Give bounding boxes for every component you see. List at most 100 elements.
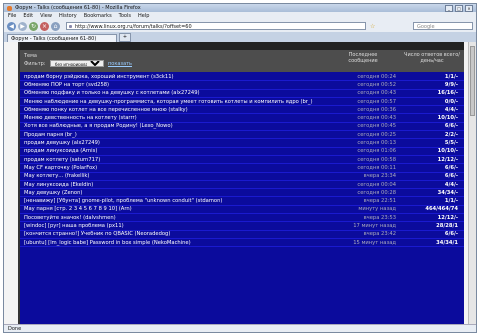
reload-icon[interactable]: ↻ [29, 21, 38, 31]
last-message-date[interactable]: сегодня 00:57 [336, 99, 396, 105]
forum-header: Тема Фильтр: без игнорирования показать … [20, 50, 464, 72]
last-message-date[interactable]: сегодня 01:06 [336, 148, 396, 154]
topic-title-link[interactable]: Обменяю подфаку и только на девушку с ко… [20, 90, 336, 96]
last-message-date[interactable]: 15 минут назад [336, 240, 396, 246]
reply-count: 6/6/- [444, 123, 458, 130]
last-message-date[interactable]: сегодня 00:11 [336, 165, 396, 171]
topic-title-link[interactable]: [ubuntu] [lm_logic babe] Password in box… [20, 240, 336, 246]
bookmark-star-icon[interactable]: ☆ [370, 23, 375, 30]
last-message-date[interactable]: вчера 23:34 [336, 173, 396, 179]
last-message-date[interactable]: минуту назад [336, 206, 396, 212]
topic-row[interactable]: Продам парня (br_) сегодня 00:25 2/2/- [20, 131, 464, 140]
topic-title-link[interactable]: Продам парня (br_) [20, 132, 336, 138]
topic-title-link[interactable]: Обменяю понку котлет на все перечисленно… [20, 107, 336, 113]
topic-title-link[interactable]: Мау котлету... (frakellik) [20, 173, 336, 179]
menu-history[interactable]: History [59, 13, 77, 19]
topic-row[interactable]: Мау девушку (Zenon) сегодня 00:28 34/34/- [20, 189, 464, 198]
menu-view[interactable]: View [40, 13, 52, 19]
topic-row[interactable]: продам борну рэйдюка, хороший инструмент… [20, 73, 464, 82]
last-message-date[interactable]: сегодня 00:24 [336, 74, 396, 80]
last-message-date[interactable]: сегодня 00:58 [336, 157, 396, 163]
menu-bookmarks[interactable]: Bookmarks [84, 13, 112, 19]
menu-help[interactable]: Help [138, 13, 149, 19]
topic-row[interactable]: Обменяю ПОР на торт (svd258) сегодня 00:5… [20, 81, 464, 90]
back-button[interactable]: ◀ [7, 21, 16, 31]
topic-row[interactable]: Мау CF карточку (PolarFox) сегодня 00:11 6… [20, 164, 464, 173]
last-message-date[interactable]: сегодня 00:36 [336, 107, 396, 113]
last-message-date[interactable]: сегодня 00:04 [336, 182, 396, 188]
vertical-scrollbar[interactable] [468, 42, 476, 326]
topic-title-link[interactable]: продам котлету (saturn717) [20, 157, 336, 163]
filter-select[interactable]: без игнорирования [50, 60, 104, 67]
close-button[interactable]: × [465, 4, 473, 12]
topic-row[interactable]: Мау линуксоида (Ekeldin) сегодня 00:04 4/4… [20, 181, 464, 190]
topic-title-link[interactable]: продам борну рэйдюка, хороший инструмент… [20, 74, 336, 80]
last-message-date[interactable]: вчера 23:53 [336, 215, 396, 221]
reply-count: 28/28/1 [436, 222, 458, 229]
reply-count: 0/0/- [444, 98, 458, 105]
minimize-button[interactable]: _ [445, 4, 453, 12]
scrollbar-thumb[interactable] [470, 46, 475, 116]
topic-row[interactable]: продам линуксоида (Arnis) сегодня 01:06 10… [20, 148, 464, 156]
topic-row[interactable]: Мау котлету... (frakellik) вчера 23:34 6/6… [20, 173, 464, 181]
topic-row[interactable]: продам девушку (alx27249) сегодня 00:13 5/… [20, 139, 464, 148]
topic-title-link[interactable]: Хотя все наблюдные, а я продам Родину! (… [20, 123, 336, 129]
reply-count: 2/2/- [444, 131, 458, 138]
reply-count: 34/34/- [437, 189, 458, 196]
reply-count-column-header: Число ответов всего/день/час [404, 52, 460, 64]
topic-title-link[interactable]: Меняю девственность на котлету (starrr) [20, 115, 336, 121]
last-message-date[interactable]: вчера 22:51 [336, 198, 396, 204]
topic-row[interactable]: Меняю наблюдение на девушку-программиста… [20, 98, 464, 107]
topic-title-link[interactable]: Мау девушку (Zenon) [20, 190, 336, 196]
menu-file[interactable]: File [8, 13, 16, 19]
last-message-date[interactable]: вчера 23:42 [336, 231, 396, 237]
topic-title-link[interactable]: продам девушку (alx27249) [20, 140, 336, 146]
last-message-date[interactable]: сегодня 00:25 [336, 132, 396, 138]
filter-label: Фильтр: [24, 61, 46, 67]
topic-title-link[interactable]: Обменяю ПОР на торт (svd258) [20, 82, 336, 88]
window-controls: _ □ × [445, 4, 473, 12]
stop-icon[interactable]: × [40, 21, 49, 31]
topic-title-link[interactable]: [windoc] [pyr] наша проблема (px11) [20, 223, 336, 229]
topic-title-link[interactable]: [ненавижу] [Убунта] gnome-pilot, проблем… [20, 198, 336, 204]
reply-count: 34/34/1 [436, 239, 458, 246]
search-input[interactable]: Google [413, 22, 473, 30]
topic-title-link[interactable]: Меняю наблюдение на девушку-программиста… [20, 99, 336, 105]
topic-title-link[interactable]: Посоветуйте значок! (dalvshmen) [20, 215, 336, 221]
topic-row[interactable]: [ubuntu] [lm_logic babe] Password in box… [20, 239, 464, 248]
last-message-date[interactable]: сегодня 00:13 [336, 140, 396, 146]
topic-row[interactable]: [кончится странно!] Учебник по QBASIC (N… [20, 231, 464, 239]
topic-row[interactable]: Меняю девственность на котлету (starrr) с… [20, 114, 464, 123]
navigation-toolbar: ◀ ▶ ↻ × ⌂ http://www.linux.org.ru/forum/… [4, 20, 476, 32]
maximize-button[interactable]: □ [455, 4, 463, 12]
topic-title-link[interactable]: Мау CF карточку (PolarFox) [20, 165, 336, 171]
topic-row[interactable]: продам котлету (saturn717) сегодня 00:58 1… [20, 156, 464, 165]
topic-row[interactable]: Обменяю понку котлет на все перечисленно… [20, 106, 464, 115]
last-message-date[interactable]: сегодня 00:52 [336, 82, 396, 88]
topic-row[interactable]: [ненавижу] [Убунта] gnome-pilot, проблем… [20, 197, 464, 206]
topic-title-link[interactable]: [кончится странно!] Учебник по QBASIC (N… [20, 231, 336, 237]
topic-title-link[interactable]: продам линуксоида (Arnis) [20, 148, 336, 154]
new-tab-button[interactable]: + [119, 33, 131, 42]
last-message-date[interactable]: сегодня 00:43 [336, 115, 396, 121]
last-message-date[interactable]: сегодня 00:45 [336, 123, 396, 129]
page-content: Тема Фильтр: без игнорирования показать … [4, 42, 470, 326]
show-link[interactable]: показать [108, 61, 132, 67]
topic-title-link[interactable]: Мау линуксоида (Ekeldin) [20, 182, 336, 188]
last-message-date[interactable]: сегодня 00:28 [336, 190, 396, 196]
topic-row[interactable]: Посоветуйте значок! (dalvshmen) вчера 23:… [20, 214, 464, 223]
menu-edit[interactable]: Edit [23, 13, 33, 19]
url-input[interactable]: http://www.linux.org.ru/forum/talks/?off… [66, 22, 366, 30]
topic-title-link[interactable]: Мау парня [стр. 2 3 4 5 6 7 8 9 10] (Arn… [20, 206, 336, 212]
reply-count: 6/6/- [444, 231, 458, 238]
topic-row[interactable]: Хотя все наблюдные, а я продам Родину! (… [20, 123, 464, 132]
topic-row[interactable]: Обменяю подфаку и только на девушку с ко… [20, 90, 464, 98]
topic-row[interactable]: Мау парня [стр. 2 3 4 5 6 7 8 9 10] (Arn… [20, 206, 464, 215]
last-message-date[interactable]: 17 минут назад [336, 223, 396, 229]
tab-forum[interactable]: Форум - Talks (сообщения 61-80) [7, 34, 117, 42]
forward-button[interactable]: ▶ [18, 21, 27, 31]
topic-row[interactable]: [windoc] [pyr] наша проблема (px11) 17 ми… [20, 222, 464, 231]
last-message-date[interactable]: сегодня 00:43 [336, 90, 396, 96]
home-icon[interactable]: ⌂ [51, 21, 60, 31]
menu-tools[interactable]: Tools [119, 13, 131, 19]
